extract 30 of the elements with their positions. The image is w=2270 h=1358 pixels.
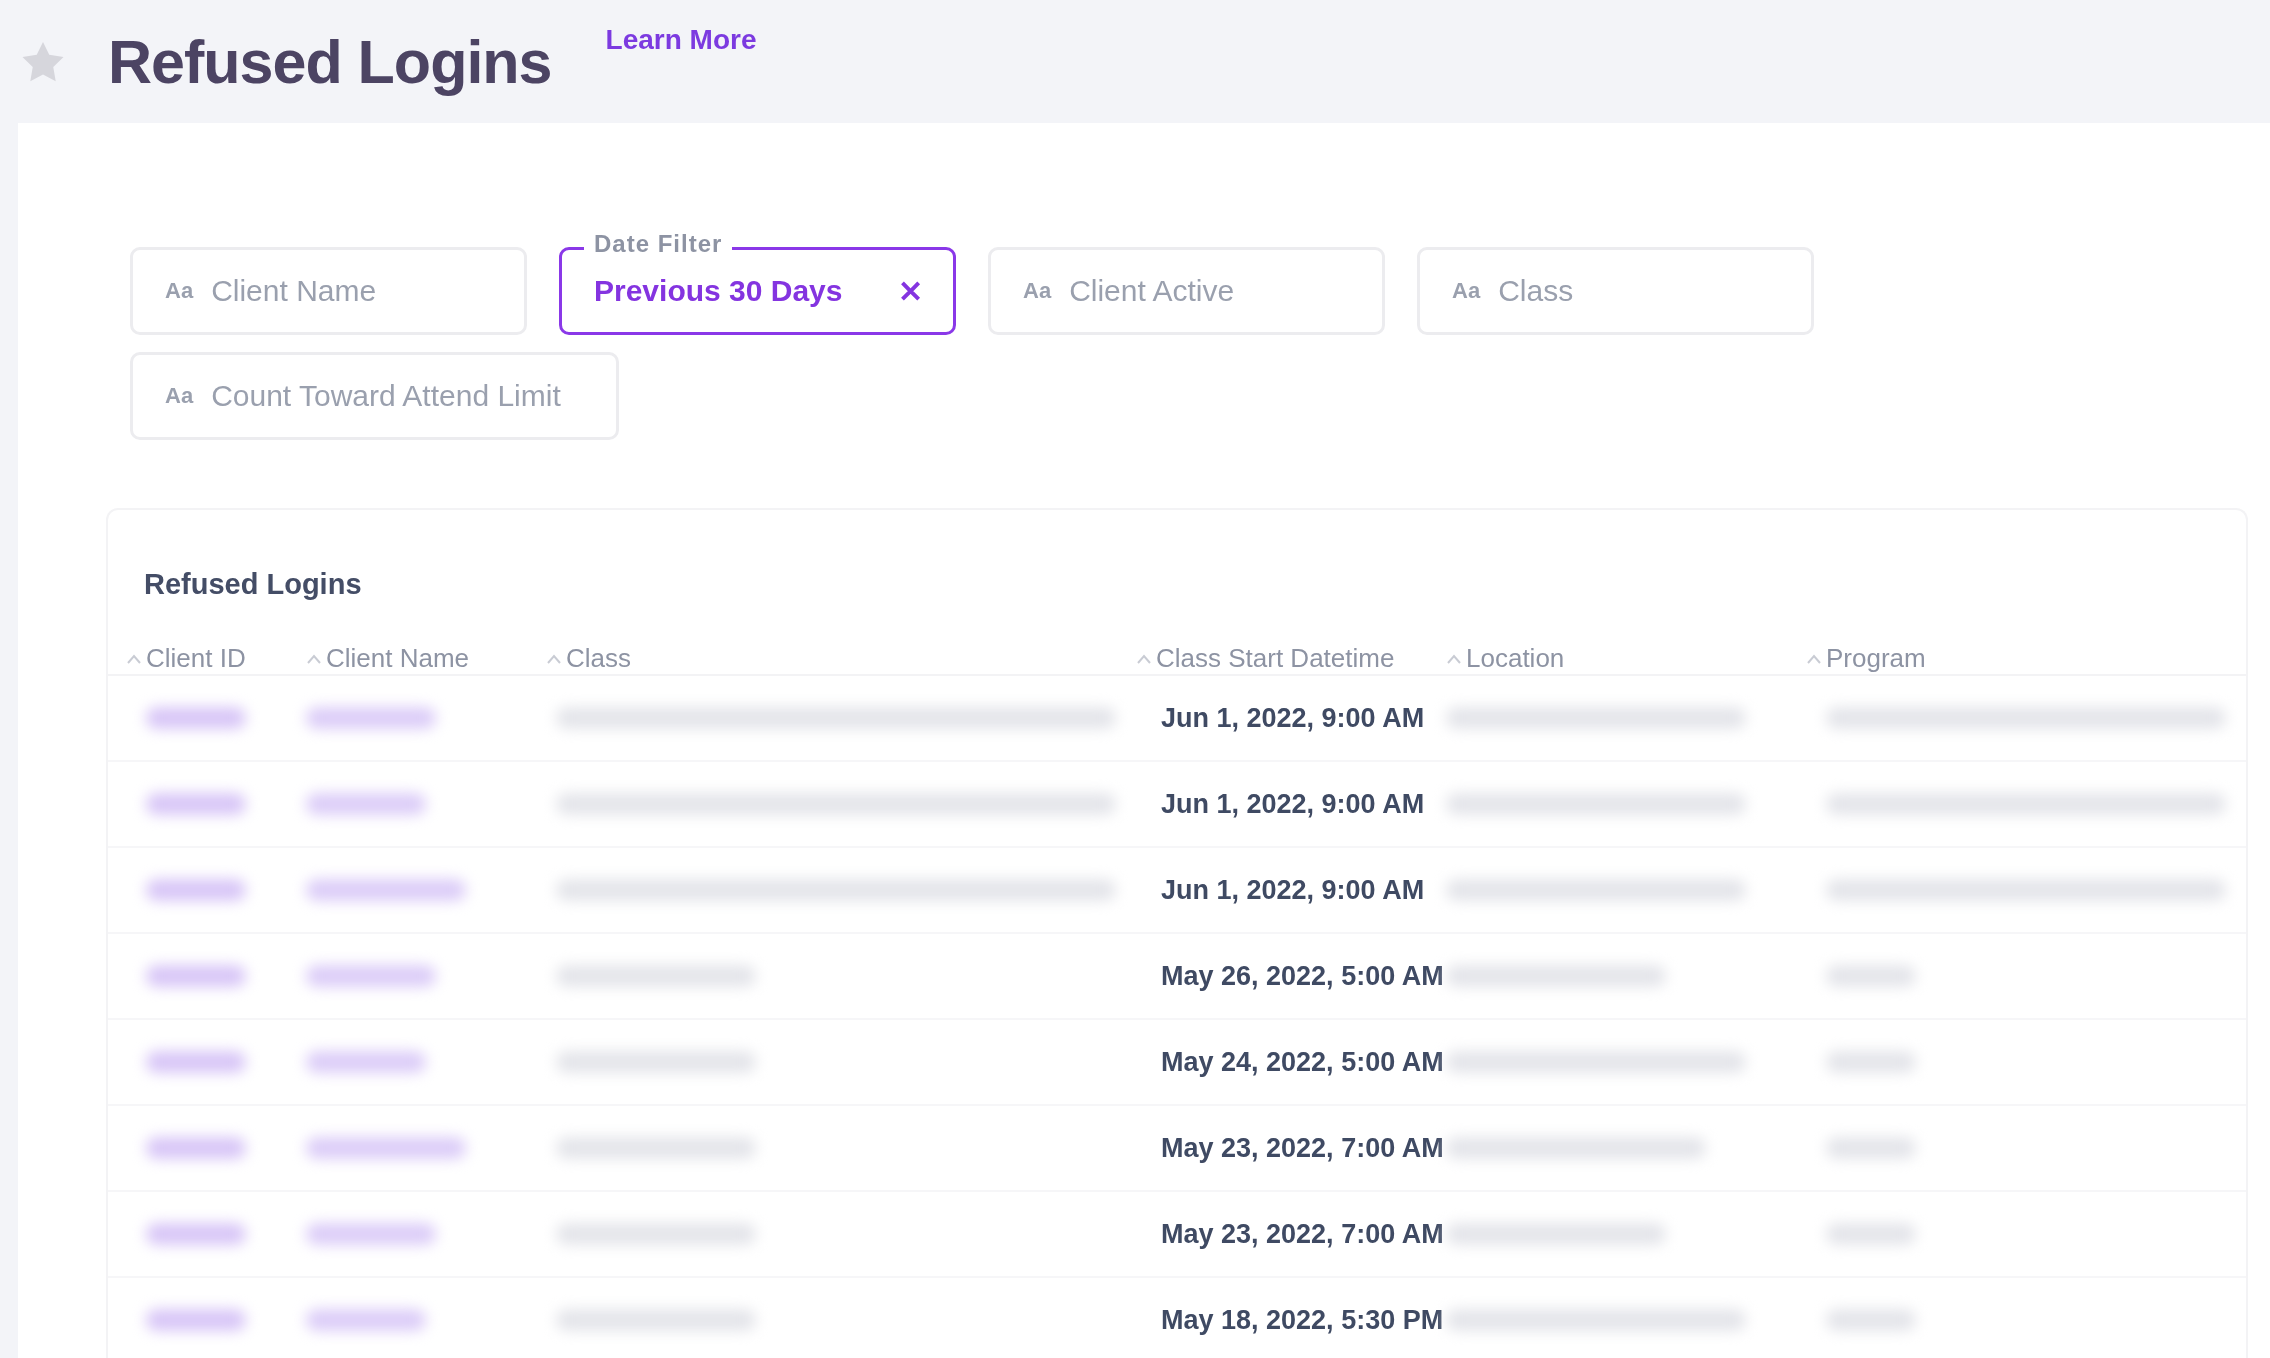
table-title: Refused Logins <box>144 568 363 601</box>
sort-icon[interactable] <box>126 652 142 665</box>
text-type-icon: Aa <box>165 383 194 409</box>
filter-input[interactable]: Class <box>1498 274 1719 308</box>
column-header[interactable]: Class Start Datetime <box>1156 643 1395 674</box>
filter-field[interactable]: Aa Count Toward Attend Limit <box>130 352 620 440</box>
column-header[interactable]: Client ID <box>146 643 246 674</box>
filter-field[interactable]: Aa Class <box>1417 247 1814 335</box>
learn-more-link[interactable]: Learn More <box>605 24 757 56</box>
column-header[interactable]: Client Name <box>326 643 470 674</box>
text-type-icon: Aa <box>1023 278 1052 304</box>
sort-icon[interactable] <box>546 652 562 665</box>
filter-input[interactable]: Client Name <box>211 274 432 308</box>
sort-icon[interactable] <box>1446 652 1462 665</box>
sort-icon[interactable] <box>1806 652 1822 665</box>
column-header[interactable]: Class <box>566 643 631 674</box>
filter-input[interactable]: Count Toward Attend Limit <box>211 379 587 413</box>
sort-icon[interactable] <box>1136 652 1152 665</box>
filter-input[interactable]: Client Active <box>1069 274 1290 308</box>
page-title: Refused Logins <box>108 26 552 97</box>
star-icon[interactable] <box>22 41 64 82</box>
column-header[interactable]: Location <box>1466 643 1565 674</box>
filter-value: Previous 30 Days <box>594 274 844 308</box>
column-header[interactable]: Program <box>1826 643 1926 674</box>
sort-icon[interactable] <box>306 652 322 665</box>
text-type-icon: Aa <box>165 278 194 304</box>
filter-field[interactable]: Aa Client Name <box>130 247 527 335</box>
filter-field[interactable]: Aa Client Active <box>988 247 1385 335</box>
clear-button[interactable]: ✕ <box>898 273 923 309</box>
text-type-icon: Aa <box>1452 278 1481 304</box>
